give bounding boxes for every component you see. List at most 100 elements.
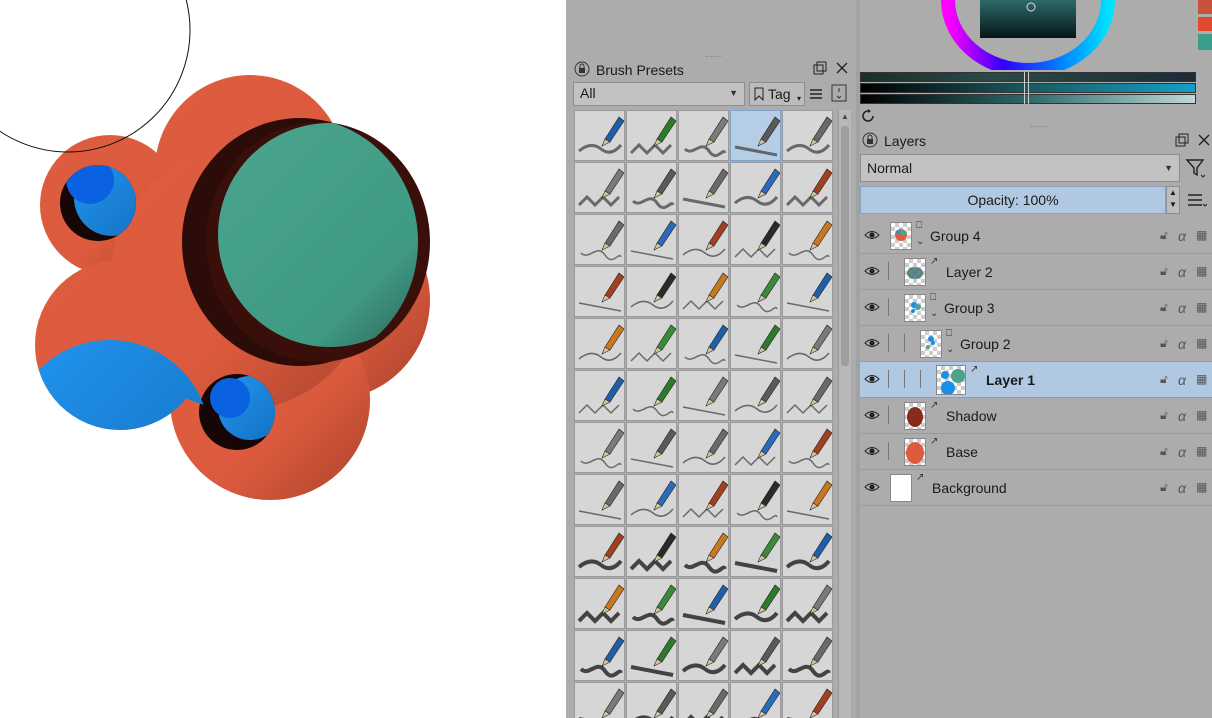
layer-name[interactable]: Group 2 [960,336,1011,352]
brush-preset-item[interactable] [730,578,781,629]
layer-row[interactable]: ⎕ ⌄ Group 2 🔓︎ α ▦ [860,326,1212,362]
lock-icon[interactable]: 🔓︎ [1160,408,1168,423]
brush-preset-item[interactable] [730,630,781,681]
color-selector[interactable] [856,0,1212,70]
layer-row[interactable]: ↗ Layer 1 🔓︎ α ▦ [860,362,1212,398]
lock-icon[interactable]: 🔓︎ [1160,264,1168,279]
lock-icon[interactable]: 🔓︎ [1160,300,1168,315]
float-icon[interactable] [812,60,828,76]
lock-icon[interactable]: 🔓︎ [1160,336,1168,351]
brush-preset-item[interactable] [678,474,729,525]
brush-preset-item[interactable] [574,422,625,473]
brush-preset-item[interactable] [574,682,625,718]
display-settings-icon[interactable] [830,84,848,102]
close-icon[interactable] [834,60,850,76]
inherit-alpha-icon[interactable]: ▦ [1196,336,1207,350]
layer-name[interactable]: Shadow [946,408,997,424]
refresh-icon[interactable] [860,108,876,124]
layer-name[interactable]: Background [932,480,1007,496]
brush-preset-item[interactable] [730,162,781,213]
brush-preset-item[interactable] [782,422,833,473]
brush-preset-item[interactable] [730,682,781,718]
brush-preset-item[interactable] [782,630,833,681]
brush-preset-item[interactable] [730,474,781,525]
layer-name[interactable]: Group 3 [944,300,995,316]
close-icon[interactable] [1196,132,1212,148]
filter-icon[interactable] [1184,156,1208,180]
brush-preset-item[interactable] [574,110,625,161]
brush-preset-item[interactable] [678,162,729,213]
brush-preset-item[interactable] [626,162,677,213]
scroll-up-icon[interactable]: ▲ [841,112,849,121]
brush-preset-item[interactable] [678,578,729,629]
layer-name[interactable]: Layer 1 [986,372,1035,388]
inherit-alpha-icon[interactable]: ▦ [1196,444,1207,458]
dock-grip[interactable] [1030,126,1048,129]
color-gradient-sliders[interactable] [860,72,1196,104]
brush-preset-item[interactable] [782,162,833,213]
layer-row[interactable]: ↗ Base 🔓︎ α ▦ [860,434,1212,470]
brush-preset-item[interactable] [678,266,729,317]
brush-preset-item[interactable] [730,370,781,421]
inherit-alpha-icon[interactable]: ▦ [1196,408,1207,422]
alpha-icon[interactable]: α [1178,372,1186,388]
layer-row[interactable]: ↗ Shadow 🔓︎ α ▦ [860,398,1212,434]
scrollbar-thumb[interactable] [841,126,849,366]
eye-icon[interactable] [864,408,880,422]
eye-icon[interactable] [864,264,880,278]
eye-icon[interactable] [864,372,880,386]
brush-preset-item[interactable] [782,370,833,421]
brush-preset-item[interactable] [782,110,833,161]
brush-preset-item[interactable] [626,266,677,317]
brush-preset-item[interactable] [626,370,677,421]
dock-splitter[interactable] [856,0,860,718]
inherit-alpha-icon[interactable]: ▦ [1196,372,1207,386]
tag-button[interactable]: Tag ▾ [749,82,805,106]
brush-preset-item[interactable] [626,110,677,161]
lock-icon[interactable]: 🔓︎ [1160,444,1168,459]
layer-row[interactable]: ⎕ ⌄ Group 3 🔓︎ α ▦ [860,290,1212,326]
brush-preset-item[interactable] [678,318,729,369]
lock-icon[interactable]: 🔓︎ [1160,228,1168,243]
brush-preset-item[interactable] [678,370,729,421]
brush-grid-scrollbar[interactable]: ▲ [838,110,851,718]
alpha-icon[interactable]: α [1178,228,1186,244]
brush-preset-item[interactable] [782,526,833,577]
lock-icon[interactable]: 🔓︎ [1160,480,1168,495]
drawing-canvas[interactable] [0,0,566,718]
layer-options-icon[interactable] [1186,190,1208,210]
chevron-down-icon[interactable]: ⌄ [930,308,938,319]
brush-preset-item[interactable] [626,318,677,369]
brush-preset-item[interactable] [574,266,625,317]
inherit-alpha-icon[interactable]: ▦ [1196,264,1207,278]
inherit-alpha-icon[interactable]: ▦ [1196,480,1207,494]
alpha-icon[interactable]: α [1178,408,1186,424]
chevron-down-icon[interactable]: ⌄ [946,344,954,355]
brush-preset-item[interactable] [626,682,677,718]
layer-name[interactable]: Base [946,444,978,460]
alpha-icon[interactable]: α [1178,336,1186,352]
brush-preset-item[interactable] [782,578,833,629]
eye-icon[interactable] [864,300,880,314]
lock-icon[interactable]: 🔓︎ [1160,372,1168,387]
brush-preset-item[interactable] [574,474,625,525]
dock-grip[interactable] [706,56,722,59]
brush-preset-item[interactable] [730,266,781,317]
brush-preset-item[interactable] [678,422,729,473]
brush-preset-item[interactable] [574,370,625,421]
tag-filter-combo[interactable]: All ▼ [573,82,745,106]
brush-preset-item[interactable] [782,214,833,265]
brush-preset-item[interactable] [678,682,729,718]
brush-preset-item[interactable] [782,318,833,369]
lock-icon[interactable] [574,61,590,77]
brush-preset-item[interactable] [626,214,677,265]
brush-preset-item[interactable] [574,162,625,213]
float-icon[interactable] [1174,132,1190,148]
brush-preset-item[interactable] [574,578,625,629]
brush-preset-item[interactable] [626,578,677,629]
opacity-spinner[interactable]: ▲ ▼ [1166,186,1180,214]
inherit-alpha-icon[interactable]: ▦ [1196,300,1207,314]
list-view-icon[interactable] [808,86,824,102]
brush-preset-item[interactable] [782,474,833,525]
brush-preset-item[interactable] [574,526,625,577]
